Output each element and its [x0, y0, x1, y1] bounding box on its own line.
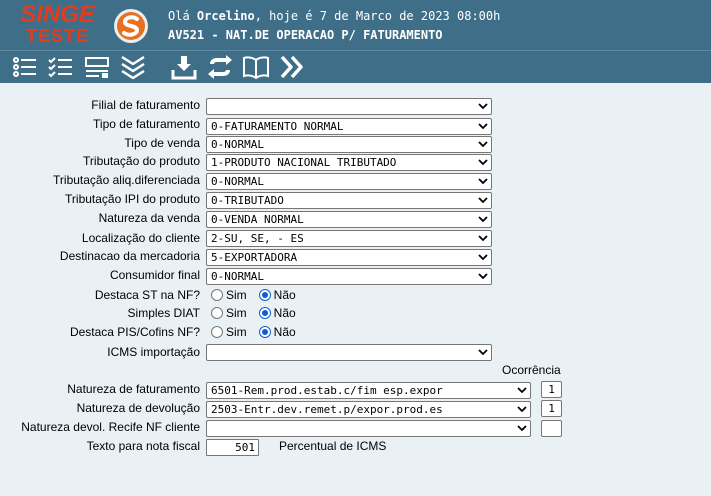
consumidor-final-select[interactable]: 0-NORMAL — [206, 268, 492, 285]
simples-diat-nao-option[interactable]: Não — [258, 306, 296, 320]
tipo-faturamento-select[interactable]: 0-FATURAMENTO NORMAL — [206, 118, 492, 135]
checklist-icon[interactable] — [47, 54, 75, 80]
consumidor-final-value: 0-NORMAL — [211, 270, 264, 283]
greeting-text: Olá Orcelino, hoje é 7 de Marco de 2023 … — [168, 9, 501, 23]
form-area: Filial de faturamento Tipo de faturament… — [0, 83, 711, 496]
destaca-st-sim-option[interactable]: Sim — [211, 288, 247, 302]
ocorrencia-header: Ocorrência — [502, 363, 561, 377]
tipo-venda-select[interactable]: 0-NORMAL — [206, 136, 492, 153]
natureza-faturamento-ocorrencia[interactable]: 1 — [541, 381, 562, 398]
radio-nao[interactable] — [258, 326, 271, 338]
chevron-down-icon — [478, 123, 488, 130]
toolbar — [0, 50, 711, 83]
chevron-down-icon — [517, 406, 527, 413]
chevron-down-icon — [478, 178, 488, 185]
collapse-icon[interactable] — [119, 54, 147, 80]
icms-importacao-label: ICMS importação — [107, 345, 200, 359]
simples-diat-label: Simples DIAT — [127, 306, 200, 320]
natureza-faturamento-value: 6501-Rem.prod.estab.c/fim esp.expor — [211, 384, 443, 397]
tipo-faturamento-label: Tipo de faturamento — [93, 117, 200, 131]
tipo-venda-label: Tipo de venda — [124, 136, 200, 150]
chevron-down-icon — [478, 197, 488, 204]
chevron-down-icon — [517, 425, 527, 432]
destinacao-mercadoria-value: 5-EXPORTADORA — [211, 251, 298, 264]
consumidor-final-label: Consumidor final — [109, 268, 200, 282]
chevron-down-icon — [478, 349, 488, 356]
radio-nao[interactable] — [258, 289, 271, 301]
tributacao-aliq-label: Tributação aliq.diferenciada — [53, 173, 200, 187]
chevron-down-icon — [478, 141, 488, 148]
tributacao-aliq-select[interactable]: 0-NORMAL — [206, 173, 492, 190]
tipo-faturamento-value: 0-FATURAMENTO NORMAL — [211, 120, 344, 133]
localizacao-cliente-value: 2-SU, SE, - ES — [211, 232, 304, 245]
tributacao-ipi-select[interactable]: 0-TRIBUTADO — [206, 192, 492, 209]
percentual-icms-label: Percentual de ICMS — [279, 439, 387, 453]
chevron-down-icon — [478, 235, 488, 242]
chevron-down-icon — [478, 273, 488, 280]
tributacao-produto-label: Tributação do produto — [83, 154, 200, 168]
natureza-devolucao-label: Natureza de devolução — [76, 401, 200, 415]
destaca-pis-label: Destaca PIS/Cofins NF? — [69, 325, 200, 339]
tributacao-aliq-value: 0-NORMAL — [211, 175, 264, 188]
simples-diat-radio-group: Sim Não — [211, 306, 308, 322]
tipo-venda-value: 0-NORMAL — [211, 138, 264, 151]
localizacao-cliente-select[interactable]: 2-SU, SE, - ES — [206, 230, 492, 247]
app-header: SINGE TESTE Olá Orcelino, hoje é 7 de Ma… — [0, 0, 711, 50]
list-icon[interactable] — [11, 54, 39, 80]
logo-line1: SINGE — [20, 1, 95, 28]
chevron-down-icon — [478, 103, 488, 110]
natureza-recife-label: Natureza devol. Recife NF cliente — [21, 420, 200, 434]
radio-nao[interactable] — [258, 307, 271, 319]
destaca-pis-radio-group: Sim Não — [211, 325, 308, 341]
simples-diat-sim-option[interactable]: Sim — [211, 306, 247, 320]
destaca-pis-nao-option[interactable]: Não — [258, 325, 296, 339]
chevron-down-icon — [478, 254, 488, 261]
tributacao-ipi-label: Tributação IPI do produto — [65, 192, 200, 206]
texto-nota-label: Texto para nota fiscal — [86, 439, 200, 453]
filial-select[interactable] — [206, 98, 492, 115]
save-icon[interactable] — [170, 54, 198, 80]
natureza-faturamento-select[interactable]: 6501-Rem.prod.estab.c/fim esp.expor — [206, 382, 531, 399]
logo-line2: TESTE — [25, 26, 89, 46]
radio-sim[interactable] — [211, 289, 223, 301]
refresh-icon[interactable] — [206, 54, 234, 80]
destinacao-mercadoria-label: Destinacao da mercadoria — [59, 249, 200, 263]
natureza-venda-label: Natureza da venda — [98, 211, 200, 225]
destaca-st-nao-option[interactable]: Não — [258, 288, 296, 302]
icms-importacao-select[interactable] — [206, 344, 492, 361]
chevron-down-icon — [478, 159, 488, 166]
tributacao-ipi-value: 0-TRIBUTADO — [211, 194, 284, 207]
radio-sim[interactable] — [211, 326, 223, 338]
radio-sim[interactable] — [211, 307, 223, 319]
texto-nota-input[interactable]: 501 — [206, 439, 259, 456]
natureza-devolucao-value: 2503-Entr.dev.remet.p/expor.prod.es — [211, 403, 443, 416]
app-logo: SINGE TESTE — [10, 1, 105, 46]
natureza-venda-select[interactable]: 0-VENDA NORMAL — [206, 211, 492, 228]
destaca-st-radio-group: Sim Não — [211, 288, 308, 304]
chevron-down-icon — [478, 216, 488, 223]
forward-icon[interactable] — [278, 54, 306, 80]
filial-label: Filial de faturamento — [91, 98, 200, 112]
localizacao-cliente-label: Localização do cliente — [81, 231, 200, 245]
screen-title: AV521 - NAT.DE OPERACAO P/ FATURAMENTO — [168, 28, 443, 42]
destaca-st-label: Destaca ST na NF? — [94, 288, 200, 302]
natureza-devolucao-ocorrencia[interactable]: 1 — [541, 400, 562, 417]
destinacao-mercadoria-select[interactable]: 5-EXPORTADORA — [206, 249, 492, 266]
chevron-down-icon — [517, 387, 527, 394]
logo-emblem-icon — [114, 9, 148, 43]
tributacao-produto-select[interactable]: 1-PRODUTO NACIONAL TRIBUTADO — [206, 154, 492, 171]
natureza-recife-ocorrencia[interactable] — [541, 420, 562, 437]
tributacao-produto-value: 1-PRODUTO NACIONAL TRIBUTADO — [211, 156, 397, 169]
user-name: Orcelino — [196, 9, 255, 23]
destaca-pis-sim-option[interactable]: Sim — [211, 325, 247, 339]
form-icon[interactable] — [83, 54, 111, 80]
natureza-venda-value: 0-VENDA NORMAL — [211, 213, 304, 226]
book-icon[interactable] — [242, 54, 270, 80]
natureza-faturamento-label: Natureza de faturamento — [67, 382, 200, 396]
natureza-devolucao-select[interactable]: 2503-Entr.dev.remet.p/expor.prod.es — [206, 401, 531, 418]
natureza-recife-select[interactable] — [206, 420, 531, 437]
